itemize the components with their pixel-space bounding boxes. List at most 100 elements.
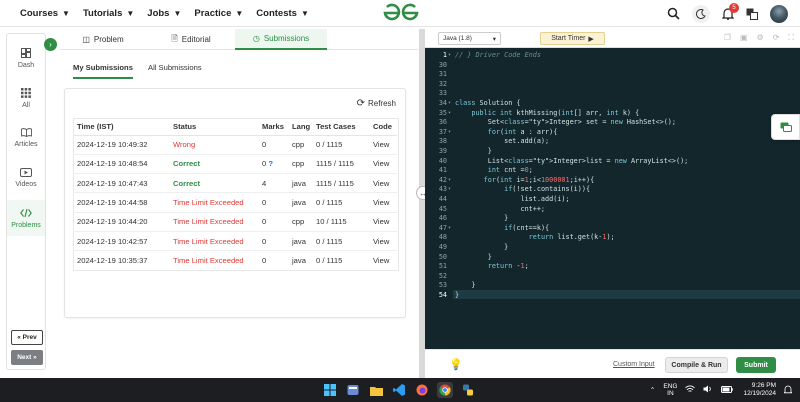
sidebar-item-problems[interactable]: Problems bbox=[7, 200, 45, 236]
chat-icon[interactable] bbox=[771, 114, 800, 140]
sidebar-item-articles[interactable]: Articles bbox=[7, 120, 45, 156]
language-indicator[interactable]: ENG IN bbox=[663, 383, 677, 397]
code-line[interactable]: return -1; bbox=[455, 262, 529, 270]
fold-arrow-icon[interactable]: ▾ bbox=[448, 110, 451, 116]
translate-icon[interactable] bbox=[746, 8, 758, 20]
marks-cell: 0 bbox=[258, 231, 288, 252]
sidebar-item-all[interactable]: All bbox=[7, 80, 45, 116]
code-line[interactable]: list.add(i); bbox=[455, 195, 569, 203]
tests-cell: 10 / 1115 bbox=[312, 212, 369, 232]
sidebar-item-videos[interactable]: Videos bbox=[7, 160, 45, 196]
gfg-logo-icon[interactable] bbox=[381, 2, 421, 24]
code-editor[interactable]: Java (1.8) ▾ Start Timer ▶ ❐ ▣ ⚙ ⟳ ⛶ 1 ▾ /… bbox=[425, 29, 800, 349]
wifi-icon[interactable] bbox=[685, 385, 696, 395]
notifications-bell-icon[interactable] bbox=[783, 385, 793, 396]
code-line[interactable]: } bbox=[455, 147, 492, 155]
code-line[interactable]: } bbox=[455, 253, 492, 261]
current-line-highlight bbox=[453, 290, 800, 299]
fullscreen-icon[interactable]: ▣ bbox=[740, 33, 748, 43]
code-line[interactable]: // } Driver Code Ends bbox=[455, 51, 541, 59]
code-area[interactable]: 1 ▾// } Driver Code Ends 30 31 32 33 34 ▾ class … bbox=[425, 49, 800, 349]
code-line[interactable]: return list.get(k-1); bbox=[455, 233, 615, 241]
subtab-all-submissions[interactable]: All Submissions bbox=[148, 63, 202, 72]
fold-arrow-icon[interactable]: ▾ bbox=[448, 177, 451, 183]
tab-submissions[interactable]: ◷ Submissions bbox=[235, 29, 327, 50]
file-explorer-icon[interactable] bbox=[368, 382, 384, 398]
view-code-link[interactable]: View bbox=[369, 212, 397, 232]
fold-arrow-icon[interactable]: ▾ bbox=[448, 100, 451, 106]
fold-arrow-icon[interactable]: ▾ bbox=[448, 52, 451, 58]
nav-contests[interactable]: Contests ▼ bbox=[256, 8, 309, 19]
time-cell: 2024-12-19 10:42:57 bbox=[73, 231, 169, 252]
code-line[interactable]: class Solution { bbox=[455, 99, 520, 107]
hint-bulb-icon[interactable]: 💡 bbox=[449, 358, 463, 371]
editor-footer: 💡 Custom Input Compile & Run Submit bbox=[425, 349, 800, 378]
compile-run-button[interactable]: Compile & Run bbox=[665, 357, 728, 373]
expand-icon[interactable]: ⛶ bbox=[788, 33, 794, 43]
tab-editorial[interactable]: 🗎 Editorial bbox=[147, 29, 235, 50]
search-taskbar-icon[interactable] bbox=[345, 382, 361, 398]
code-line[interactable]: } bbox=[455, 281, 475, 289]
refresh-button[interactable]: ⟳ Refresh bbox=[357, 98, 396, 109]
windows-start-icon[interactable] bbox=[322, 382, 338, 398]
submit-button[interactable]: Submit bbox=[736, 357, 776, 373]
code-line[interactable]: } bbox=[455, 291, 459, 299]
tab-problem[interactable]: ◫ Problem bbox=[59, 29, 147, 50]
nav-tutorials[interactable]: Tutorials ▼ bbox=[83, 8, 134, 19]
code-line[interactable]: } bbox=[455, 214, 508, 222]
lang-cell: java bbox=[292, 256, 306, 266]
code-line[interactable]: List<class="ty">Integer>list = new Array… bbox=[455, 157, 689, 165]
nav-practice[interactable]: Practice ▼ bbox=[194, 8, 243, 19]
settings-gear-icon[interactable]: ⚙ bbox=[757, 33, 764, 43]
battery-icon[interactable] bbox=[721, 385, 734, 395]
nav-courses[interactable]: Courses ▼ bbox=[20, 8, 70, 19]
fold-arrow-icon[interactable]: ▾ bbox=[448, 225, 451, 231]
vscode-icon[interactable] bbox=[391, 382, 407, 398]
code-line[interactable]: Set<class="ty">Integer> set = new HashSe… bbox=[455, 118, 676, 126]
code-line[interactable]: int cnt =0; bbox=[455, 166, 533, 174]
prev-button[interactable]: « Prev bbox=[11, 330, 43, 345]
search-icon[interactable] bbox=[667, 7, 680, 20]
view-code-link[interactable]: View bbox=[369, 135, 397, 155]
subtab-my-submissions[interactable]: My Submissions bbox=[73, 63, 133, 79]
notification-bell-icon[interactable]: 5 bbox=[722, 3, 739, 20]
firefox-icon[interactable] bbox=[414, 382, 430, 398]
marks-info-question-icon[interactable]: ? bbox=[268, 159, 273, 168]
sidebar-item-dash[interactable]: Dash bbox=[7, 40, 45, 76]
custom-input-link[interactable]: Custom Input bbox=[613, 361, 655, 368]
chrome-icon[interactable] bbox=[437, 382, 453, 398]
dark-mode-icon[interactable] bbox=[692, 4, 710, 23]
taskbar-clock[interactable]: 9:26 PM 12/19/2024 bbox=[743, 382, 776, 398]
next-button[interactable]: Next » bbox=[11, 350, 43, 365]
nav-jobs[interactable]: Jobs ▼ bbox=[147, 8, 181, 19]
language-select[interactable]: Java (1.8) ▾ bbox=[438, 32, 501, 45]
code-line[interactable]: } bbox=[455, 243, 508, 251]
status-cell: Time Limit Exceeded bbox=[169, 192, 258, 213]
copy-icon[interactable]: ❐ bbox=[724, 33, 731, 43]
fold-arrow-icon[interactable]: ▾ bbox=[448, 186, 451, 192]
avatar[interactable] bbox=[770, 4, 788, 23]
tray-chevron-up-icon[interactable]: ⌃ bbox=[650, 386, 655, 394]
code-line[interactable]: set.add(a); bbox=[455, 137, 549, 145]
volume-icon[interactable] bbox=[703, 385, 713, 395]
view-code-link[interactable]: View bbox=[369, 251, 397, 270]
line-number: 30 bbox=[438, 60, 447, 69]
start-timer-button[interactable]: Start Timer ▶ bbox=[540, 32, 605, 45]
view-code-link[interactable]: View bbox=[369, 154, 397, 175]
code-line[interactable]: for(int i=1;i<1000001;i++){ bbox=[455, 176, 595, 184]
code-line[interactable]: if(!set.contains(i)){ bbox=[455, 185, 590, 193]
view-code-link[interactable]: View bbox=[369, 173, 397, 194]
code-line[interactable]: if(cnt==k){ bbox=[455, 224, 549, 232]
code-line[interactable]: public int kthMissing(int[] arr, int k) … bbox=[455, 109, 639, 117]
col-status: Status bbox=[169, 118, 258, 136]
expand-sidebar-chevron-icon[interactable]: › bbox=[44, 38, 57, 51]
code-line[interactable]: for(int a : arr){ bbox=[455, 128, 558, 136]
code-line[interactable]: cnt++; bbox=[455, 205, 545, 213]
lang-cell: java bbox=[288, 173, 312, 194]
view-code-link[interactable]: View bbox=[369, 192, 397, 213]
reset-icon[interactable]: ⟳ bbox=[773, 33, 780, 43]
status-cell: Time Limit Exceeded bbox=[169, 231, 258, 252]
fold-arrow-icon[interactable]: ▾ bbox=[448, 129, 451, 135]
python-icon[interactable] bbox=[460, 382, 476, 398]
view-code-link[interactable]: View bbox=[369, 231, 397, 252]
